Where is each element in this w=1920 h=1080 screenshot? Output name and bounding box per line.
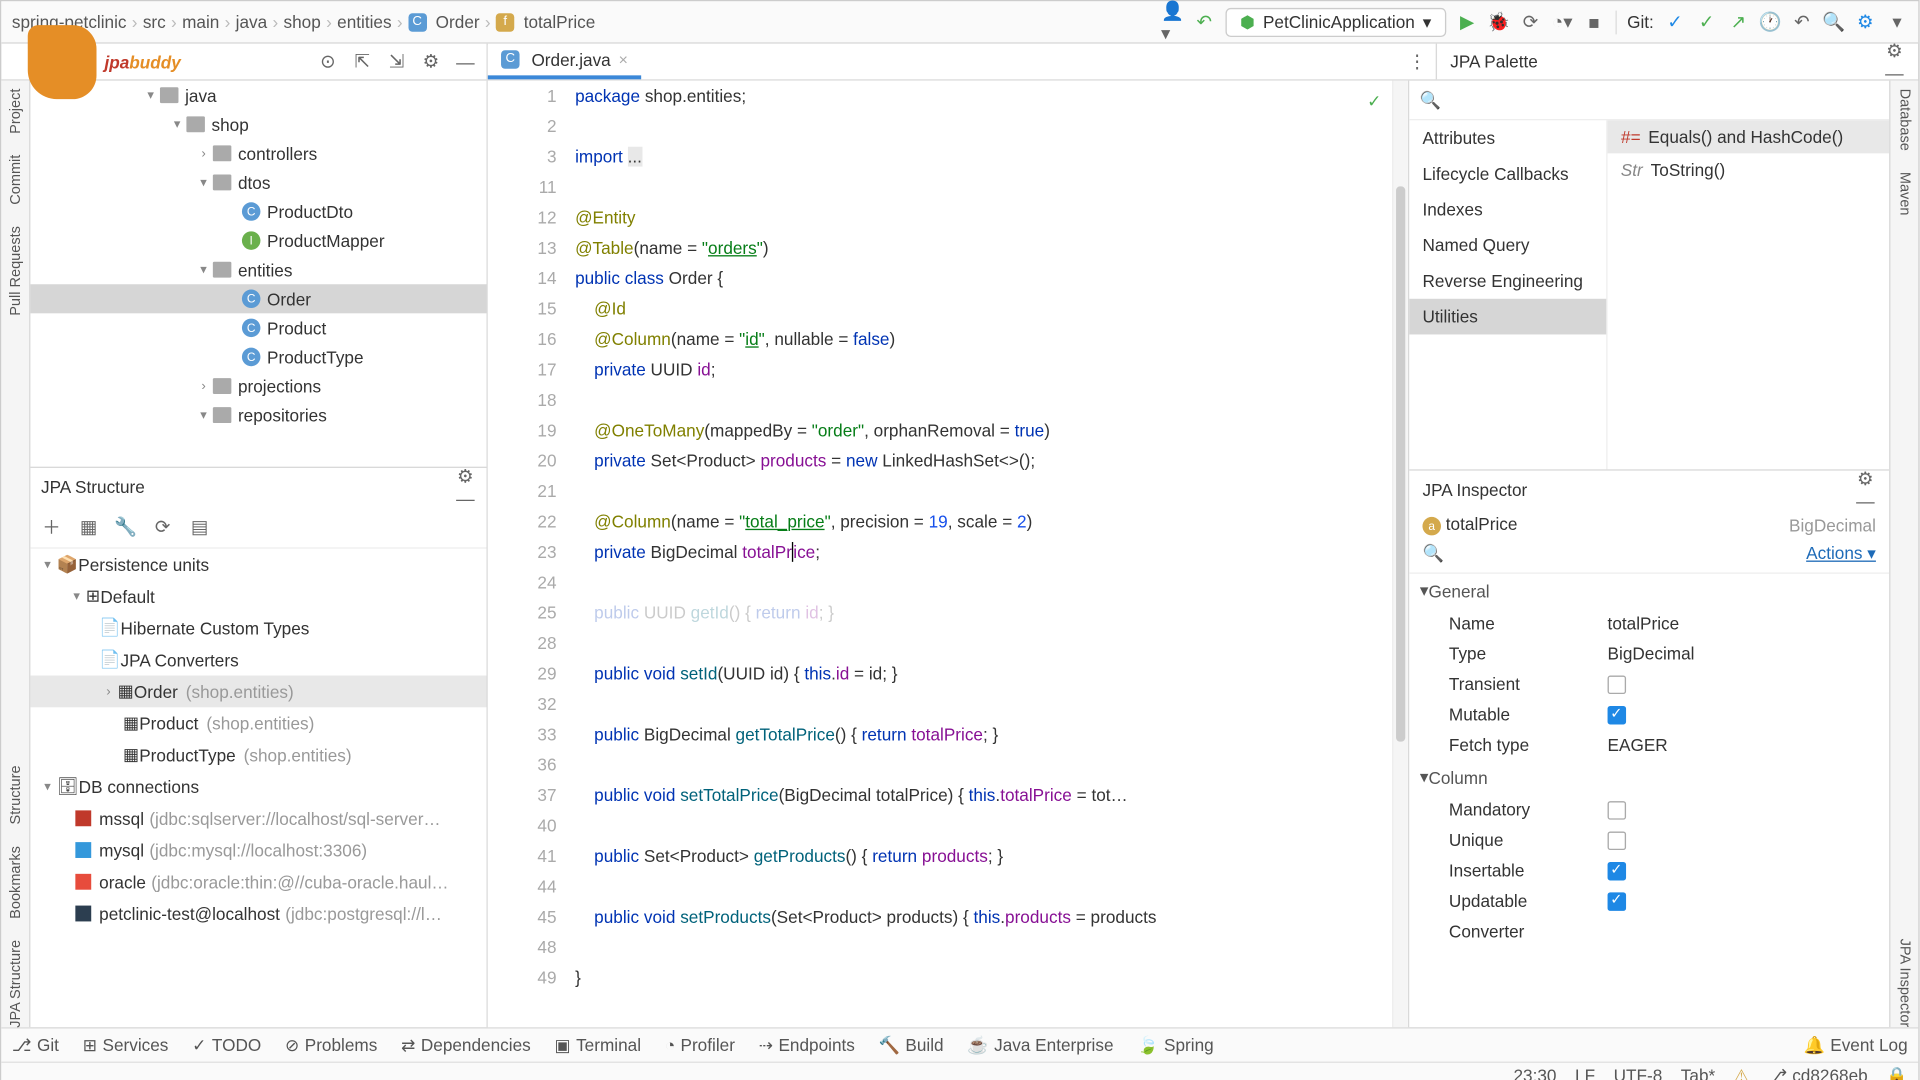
hide-icon[interactable]: — xyxy=(1855,490,1876,511)
hide-icon[interactable]: — xyxy=(455,51,476,72)
jpa-structure-title: JPA Structure xyxy=(41,477,145,497)
editor-scrollbar[interactable] xyxy=(1392,81,1408,1028)
inspection-ok-icon[interactable]: ✓ xyxy=(1367,86,1381,116)
wrench-icon[interactable]: 🔧 xyxy=(115,516,136,537)
right-tool-rail: Database Maven JPA Inspector xyxy=(1889,81,1918,1028)
tool-terminal[interactable]: ▣ Terminal xyxy=(555,1034,641,1055)
status-pos[interactable]: 23:30 xyxy=(1513,1066,1556,1080)
settings-icon[interactable]: ⚙ xyxy=(1855,11,1876,32)
palette-cat-indexes[interactable]: Indexes xyxy=(1409,192,1606,228)
gear-icon[interactable]: ⚙ xyxy=(1855,469,1876,490)
tool-endpoints[interactable]: ⇢ Endpoints xyxy=(759,1034,855,1055)
tool-git[interactable]: ⎇ Git xyxy=(12,1034,59,1055)
git-commit-icon[interactable]: ✓ xyxy=(1696,11,1717,32)
hide-icon[interactable]: — xyxy=(455,487,476,508)
unique-checkbox[interactable] xyxy=(1608,831,1627,850)
status-bar: 23:30 LF UTF-8 Tab* ⚠ ⎇ cd8268eb 🔒 xyxy=(1,1062,1918,1080)
profiler-icon[interactable]: ◔▾ xyxy=(1552,11,1573,32)
coverage-icon[interactable]: ⟳ xyxy=(1520,11,1541,32)
palette-search[interactable]: 🔍 xyxy=(1409,81,1889,121)
inspector-section-column[interactable]: ▾ Column xyxy=(1409,760,1889,794)
tool-profiler[interactable]: ◔ Profiler xyxy=(665,1035,735,1055)
status-lf[interactable]: LF xyxy=(1575,1066,1595,1080)
rail-structure[interactable]: Structure xyxy=(7,765,23,824)
rail-pull-requests[interactable]: Pull Requests xyxy=(7,226,23,316)
gear-icon[interactable]: ⚙ xyxy=(420,51,441,72)
rail-jpa-structure[interactable]: JPA Structure xyxy=(7,939,23,1027)
jpa-palette-title: JPA Palette xyxy=(1450,52,1538,72)
palette-item-equals[interactable]: #=Equals() and HashCode() xyxy=(1608,120,1890,153)
updatable-checkbox[interactable] xyxy=(1608,892,1627,911)
left-tool-rail: Project Commit Pull Requests Structure B… xyxy=(1,81,30,1028)
jpa-inspector-title: JPA Inspector xyxy=(1422,480,1527,500)
bottom-toolbar: ⎇ Git ⊞ Services ✓ TODO ⊘ Problems ⇄ Dep… xyxy=(1,1027,1918,1061)
git-label: Git: xyxy=(1627,12,1654,32)
tool-build[interactable]: 🔨 Build xyxy=(879,1034,944,1055)
rail-maven[interactable]: Maven xyxy=(1896,172,1912,216)
add-icon[interactable]: ＋ xyxy=(41,516,62,537)
palette-cat-utilities[interactable]: Utilities xyxy=(1409,299,1606,335)
tool-services[interactable]: ⊞ Services xyxy=(83,1034,169,1055)
tool-spring[interactable]: 🍃 Spring xyxy=(1137,1034,1213,1055)
add-config-icon[interactable]: 👤▾ xyxy=(1162,11,1183,32)
rail-database[interactable]: Database xyxy=(1896,89,1912,151)
tool-problems[interactable]: ⊘ Problems xyxy=(285,1034,377,1055)
mandatory-checkbox[interactable] xyxy=(1608,800,1627,819)
tool-java-ee[interactable]: ☕ Java Enterprise xyxy=(967,1034,1113,1055)
debug-icon[interactable]: 🐞 xyxy=(1488,11,1509,32)
diagram-icon[interactable]: ▦ xyxy=(78,516,99,537)
stop-icon[interactable]: ■ xyxy=(1583,11,1604,32)
git-history-icon[interactable]: 🕐 xyxy=(1760,11,1781,32)
gear-icon[interactable]: ⚙ xyxy=(1884,40,1905,61)
select-opened-icon[interactable]: ⊙ xyxy=(317,51,338,72)
refresh-icon[interactable]: ⟳ xyxy=(152,516,173,537)
insertable-checkbox[interactable] xyxy=(1608,861,1627,880)
tool-dependencies[interactable]: ⇄ Dependencies xyxy=(401,1034,531,1055)
status-tab[interactable]: Tab* xyxy=(1681,1066,1715,1080)
code-body[interactable]: package shop.entities; import ... @Entit… xyxy=(575,81,1392,1028)
editor-tab-order[interactable]: COrder.java × xyxy=(488,44,641,78)
status-branch[interactable]: ⎇ cd8268eb xyxy=(1768,1065,1868,1080)
rail-jpa-inspector[interactable]: JPA Inspector xyxy=(1896,939,1912,1028)
rail-project[interactable]: Project xyxy=(7,89,23,134)
palette-item-tostring[interactable]: StrToString() xyxy=(1608,153,1890,186)
calendar-icon[interactable]: ▤ xyxy=(189,516,210,537)
inspector-section-general[interactable]: ▾ General xyxy=(1409,574,1889,608)
palette-cat-attributes[interactable]: Attributes xyxy=(1409,120,1606,156)
run-icon[interactable]: ▶ xyxy=(1457,11,1478,32)
status-encoding[interactable]: UTF-8 xyxy=(1614,1066,1663,1080)
jpa-structure-tree[interactable]: ▾📦 Persistence units ▾⊞ Default 📄 Hibern… xyxy=(30,549,486,1028)
git-rollback-icon[interactable]: ↶ xyxy=(1791,11,1812,32)
back-icon[interactable]: ↶ xyxy=(1194,11,1215,32)
lock-icon[interactable]: 🔒 xyxy=(1886,1065,1907,1080)
palette-cat-lifecycle[interactable]: Lifecycle Callbacks xyxy=(1409,156,1606,192)
gear-icon[interactable]: ⚙ xyxy=(455,466,476,487)
ide-updates-icon[interactable]: ▾ xyxy=(1886,11,1907,32)
project-tree[interactable]: ▾java ▾shop ›controllers ▾dtos CProductD… xyxy=(30,81,486,467)
tree-item-order: COrder xyxy=(30,284,486,313)
close-icon[interactable]: × xyxy=(619,50,628,69)
inspector-actions[interactable]: Actions ▾ xyxy=(1806,543,1876,564)
palette-cat-reverse[interactable]: Reverse Engineering xyxy=(1409,263,1606,299)
search-icon[interactable]: 🔍 xyxy=(1823,11,1844,32)
collapse-all-icon[interactable]: ⇲ xyxy=(386,51,407,72)
git-update-icon[interactable]: ✓ xyxy=(1664,11,1685,32)
line-gutter: 1231112131415161718192021222324252829323… xyxy=(488,81,575,1028)
mutable-checkbox[interactable] xyxy=(1608,705,1627,724)
hide-icon[interactable]: — xyxy=(1884,61,1905,82)
transient-checkbox[interactable] xyxy=(1608,675,1627,694)
tool-todo[interactable]: ✓ TODO xyxy=(192,1034,261,1055)
rail-bookmarks[interactable]: Bookmarks xyxy=(7,845,23,918)
code-editor[interactable]: 1231112131415161718192021222324252829323… xyxy=(488,81,1408,1028)
expand-all-icon[interactable]: ⇱ xyxy=(352,51,373,72)
git-push-icon[interactable]: ↗ xyxy=(1728,11,1749,32)
tab-menu-icon[interactable]: ⋮ xyxy=(1407,51,1428,72)
jpa-buddy-logo: jpabuddy xyxy=(28,25,181,99)
rail-commit[interactable]: Commit xyxy=(7,155,23,205)
struct-order: ›▦ Order (shop.entities) xyxy=(30,676,486,708)
event-log[interactable]: 🔔 Event Log xyxy=(1804,1034,1908,1055)
palette-cat-named-query[interactable]: Named Query xyxy=(1409,227,1606,263)
run-config-selector[interactable]: ⬢PetClinicApplication▾ xyxy=(1225,7,1446,36)
